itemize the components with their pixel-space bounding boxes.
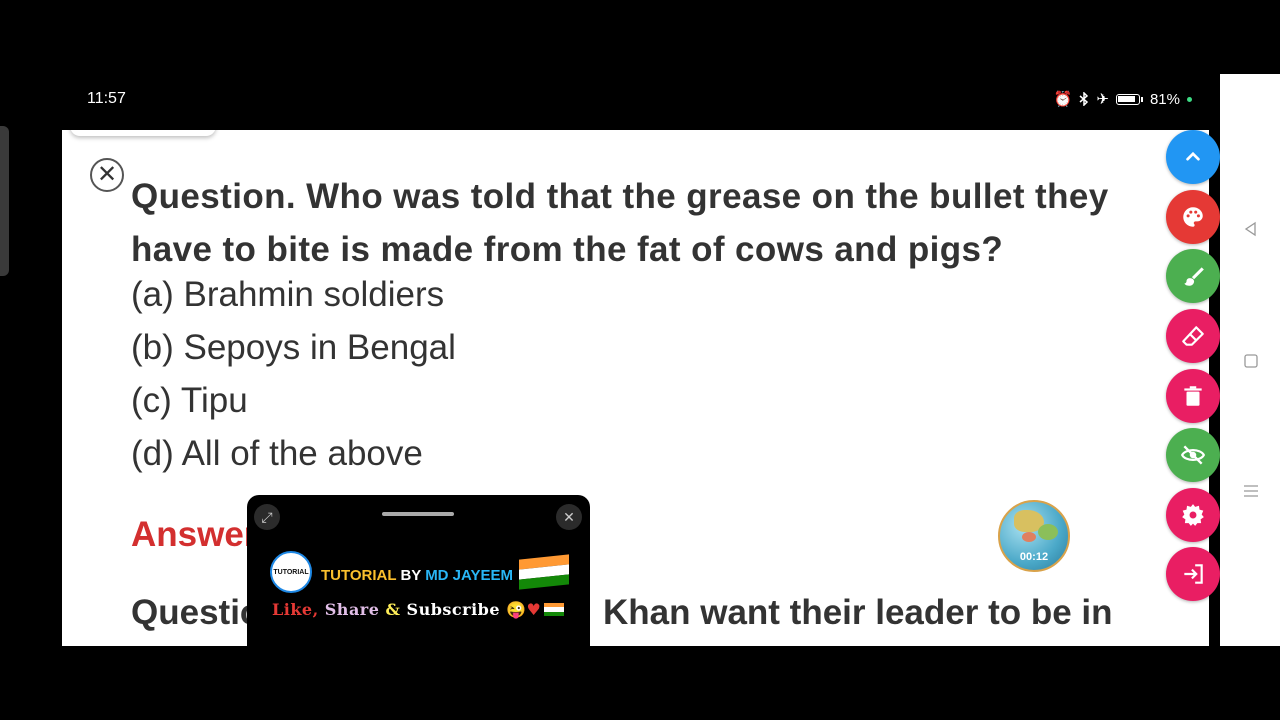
brush-button[interactable] bbox=[1166, 249, 1220, 303]
eye-off-icon bbox=[1180, 445, 1206, 465]
option-d: (d) All of the above bbox=[131, 434, 423, 473]
privacy-indicator-dot bbox=[1187, 96, 1192, 102]
scroll-up-button[interactable] bbox=[1166, 130, 1220, 184]
option-c: (c) Tipu bbox=[131, 381, 248, 420]
question-text: Question. Who was told that the grease o… bbox=[131, 177, 1109, 269]
airplane-icon: ✈ bbox=[1096, 91, 1109, 108]
mini-flag-icon bbox=[544, 603, 565, 616]
alarm-icon: ⏰ bbox=[1053, 91, 1073, 108]
heart-icon: ♥ bbox=[526, 600, 542, 619]
battery-percent: 81% bbox=[1149, 90, 1180, 108]
bluetooth-icon bbox=[1079, 92, 1089, 106]
exit-button[interactable] bbox=[1166, 547, 1220, 601]
emoji-icon: 😜 bbox=[506, 600, 527, 619]
back-nav-icon[interactable] bbox=[1242, 220, 1259, 237]
chevron-up-icon bbox=[1186, 151, 1200, 161]
eraser-icon bbox=[1182, 326, 1204, 346]
status-bar: 11:57 ⏰ ✈ 81% bbox=[0, 74, 1220, 130]
battery-icon bbox=[1115, 93, 1143, 105]
eraser-button[interactable] bbox=[1166, 309, 1220, 363]
side-panel-handle[interactable] bbox=[0, 126, 9, 276]
channel-name: TUTORIAL BY MD JAYEEM bbox=[321, 567, 513, 584]
expand-icon[interactable]: ⤢ bbox=[254, 504, 280, 530]
drag-handle[interactable] bbox=[382, 512, 454, 516]
option-a: (a) Brahmin soldiers bbox=[131, 275, 445, 314]
delete-button[interactable] bbox=[1166, 369, 1220, 423]
answer-label: Answer bbox=[131, 515, 258, 554]
navigation-bar bbox=[1220, 74, 1280, 646]
close-icon[interactable]: ✕ bbox=[90, 158, 124, 192]
next-question-end: Khan want their leader to be in bbox=[603, 593, 1113, 632]
india-flag-icon bbox=[519, 554, 569, 590]
subscribe-banner: Like, Share & Subscribe 😜♥ bbox=[272, 600, 565, 619]
screen-recorder-bubble[interactable]: 00:12 bbox=[998, 500, 1070, 572]
menu-nav-icon[interactable] bbox=[1242, 482, 1259, 499]
trash-icon bbox=[1184, 386, 1202, 406]
channel-logo: TUTORIAL bbox=[270, 551, 312, 593]
recording-timer: 00:12 bbox=[1019, 551, 1049, 563]
gear-icon bbox=[1182, 504, 1204, 526]
home-nav-icon[interactable] bbox=[1242, 352, 1259, 369]
brush-icon bbox=[1184, 267, 1204, 286]
palette-button[interactable] bbox=[1166, 190, 1220, 244]
next-question-start: Questio bbox=[131, 593, 262, 632]
status-icons: ⏰ ✈ 81% bbox=[1054, 90, 1192, 108]
option-b: (b) Sepoys in Bengal bbox=[131, 328, 456, 367]
status-time: 11:57 bbox=[87, 90, 126, 107]
close-overlay-icon[interactable]: ✕ bbox=[556, 504, 582, 530]
toolbar-tab[interactable] bbox=[70, 130, 216, 136]
exit-icon bbox=[1184, 564, 1203, 584]
visibility-toggle-button[interactable] bbox=[1166, 428, 1220, 482]
palette-icon bbox=[1183, 207, 1203, 227]
settings-button[interactable] bbox=[1166, 488, 1220, 542]
floating-video-window[interactable]: ⤢ ✕ TUTORIAL TUTORIAL BY MD JAYEEM Like,… bbox=[247, 495, 590, 646]
